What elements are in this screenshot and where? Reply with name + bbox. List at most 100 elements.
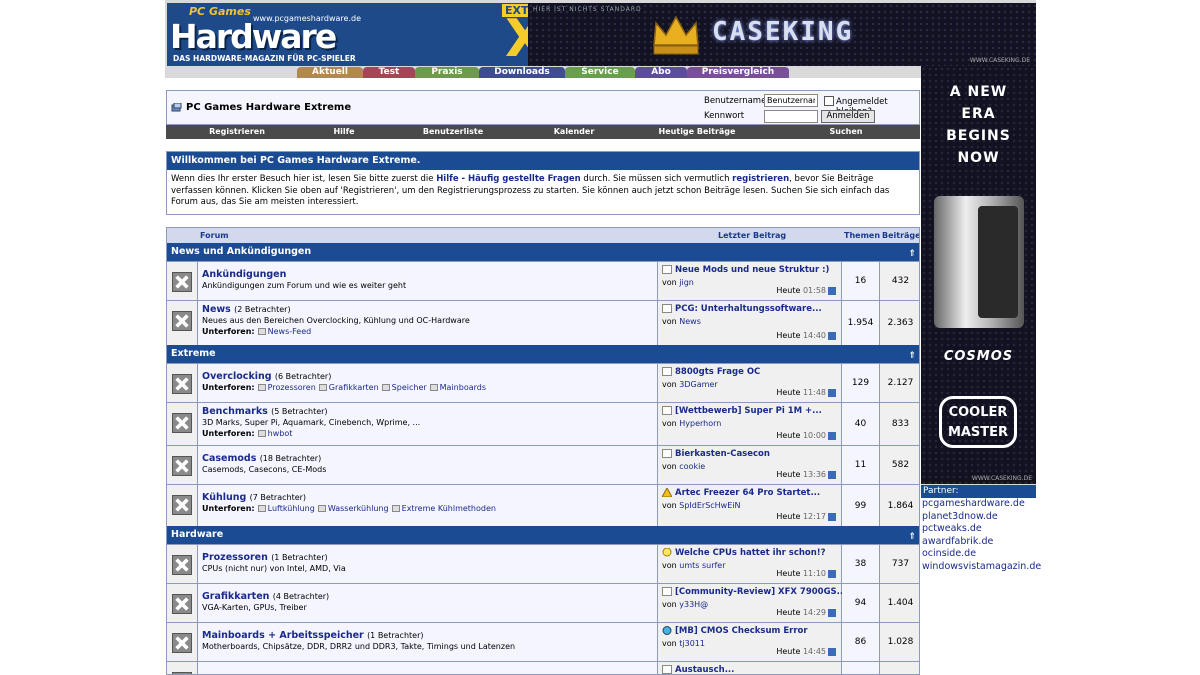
forum-description: Neues aus den Bereichen Overclocking, Kü… [202,316,470,325]
forum-name[interactable]: Prozessoren [202,552,268,563]
go-to-post-icon[interactable] [828,286,836,295]
partner-link[interactable]: awardfabrik.de [921,536,1036,549]
last-post-title[interactable]: [Community-Review] XFX 7900GS... [675,587,846,597]
post-count: 1.404 [880,584,919,622]
caseking-banner-ad[interactable]: HIER IST NICHTS STANDARD CASEKING WWW.CA… [528,3,1036,66]
go-to-post-icon[interactable] [828,608,836,617]
subforum-link[interactable]: Prozessoren [268,383,316,392]
category-extreme[interactable]: Extreme ⇑ [167,345,919,363]
subforum-link[interactable]: Mainboards [440,383,486,392]
forum-status-cell [167,584,198,622]
page-icon [662,406,672,415]
table-header: Forum Letzter Beitrag Themen Beiträge [167,228,919,243]
forum-name[interactable]: News [202,304,231,315]
forum-name[interactable]: Overclocking [202,371,272,382]
forum-status-icon [172,413,192,433]
last-post-title[interactable]: Artec Freezer 64 Pro Startet... [675,488,820,498]
category-news[interactable]: News und Ankündigungen ⇑ [167,243,919,261]
partner-link[interactable]: planet3dnow.de [921,511,1036,524]
faq-link[interactable]: Hilfe - Häufig gestellte Fragen [436,174,581,184]
subforums-label: Unterforen: [202,429,255,438]
remember-checkbox[interactable] [824,96,834,106]
tab-preisvergleich[interactable]: Preisvergleich [687,67,789,78]
partner-link[interactable]: pcgameshardware.de [921,498,1036,511]
subforum-link[interactable]: Extreme Kühlmethoden [402,504,496,513]
subforum-link[interactable]: Luftkühlung [268,504,315,513]
tab-praxis[interactable]: Praxis [415,67,479,78]
last-post-title[interactable]: 8800gts Frage OC [675,367,760,377]
go-to-post-icon[interactable] [828,431,836,440]
forum-title[interactable]: PC Games Hardware Extreme [186,102,351,113]
menu-benutzerliste[interactable]: Benutzerliste [380,125,526,139]
forum-info-cell: Benchmarks (5 Betrachter) 3D Marks, Super… [198,403,658,445]
forum-name[interactable]: Casemods [202,453,256,464]
subforum-link[interactable]: News-Feed [268,327,312,336]
go-to-post-icon[interactable] [828,512,836,521]
forum-home-icon[interactable] [171,103,182,112]
register-link[interactable]: registrieren [732,174,789,184]
last-post-author[interactable]: jign [679,278,694,287]
menu-kalender[interactable]: Kalender [526,125,622,139]
subforum-link[interactable]: Wasserkühlung [328,504,389,513]
last-post-title[interactable]: Bierkasten-Casecon [675,449,770,459]
forum-name[interactable]: Kühlung [202,492,246,503]
forum-name[interactable]: Ankündigungen [202,269,286,280]
last-post-author[interactable]: tj3011 [679,639,705,648]
last-post-author[interactable]: cookie [679,462,705,471]
category-hardware[interactable]: Hardware ⇑ [167,526,919,544]
go-to-post-icon[interactable] [828,569,836,578]
post-count: 432 [880,262,919,300]
subforum-link[interactable]: hwbot [268,429,293,438]
partner-link[interactable]: ocinside.de [921,548,1036,561]
forum-name[interactable]: Grafikkarten [202,591,269,602]
last-post-author[interactable]: y33H@ [679,600,708,609]
site-logo[interactable]: PC Games www.pcgameshardware.de Hardware… [167,3,552,66]
last-post-author[interactable]: News [679,317,701,326]
last-post-author[interactable]: SpIdErScHwEiN [679,501,740,510]
category-title: Extreme [171,348,216,359]
last-post-cell: [MB] CMOS Checksum Error von tj3011 Heute … [658,623,842,661]
go-to-post-icon[interactable] [828,647,836,656]
menu-registrieren[interactable]: Registrieren [166,125,308,139]
last-post-title[interactable]: PCG: Unterhaltungssoftware... [675,304,822,314]
menu-heutige-beitraege[interactable]: Heutige Beiträge [622,125,772,139]
partner-link[interactable]: windowsvistamagazin.de [921,561,1041,574]
last-post-title[interactable]: [MB] CMOS Checksum Error [675,626,808,636]
today-label: Heute [776,431,801,440]
by-label: von [662,639,677,648]
go-to-post-icon[interactable] [828,331,836,340]
subforum-link[interactable]: Grafikkarten [329,383,379,392]
tab-test[interactable]: Test [363,67,415,78]
caseking-skyscraper-ad[interactable]: A NEW ERA BEGINS NOW COSMOS COOLER MASTE… [921,66,1036,484]
last-post-title[interactable]: [Wettbewerb] Super Pi 1M +... [675,406,822,416]
last-post-author[interactable]: Hyperhorn [679,419,721,428]
partner-link[interactable]: pctweaks.de [921,523,1036,536]
last-post-time: 10:00 [802,431,826,440]
today-label: Heute [776,647,801,656]
menu-hilfe[interactable]: Hilfe [308,125,380,139]
go-to-post-icon[interactable] [828,470,836,479]
last-post-cell: Austausch... [658,662,842,674]
ad-headline: A NEW ERA BEGINS NOW [921,81,1036,169]
subforum-link[interactable]: Speicher [392,383,427,392]
tab-downloads[interactable]: Downloads [479,67,565,78]
last-post-title[interactable]: Neue Mods und neue Struktur :) [675,265,829,275]
tab-service[interactable]: Service [565,67,635,78]
last-post-author[interactable]: umts surfer [679,561,725,570]
go-to-post-icon[interactable] [828,388,836,397]
username-input[interactable] [764,94,818,107]
forum-status-cell [167,262,198,300]
subforums: Unterforen: Prozessoren Grafikkarten Speich… [202,383,486,392]
tab-aktuell[interactable]: Aktuell [297,67,363,78]
last-post-title[interactable]: Austausch... [675,665,734,674]
login-button[interactable]: Anmelden [821,110,875,123]
password-input[interactable] [764,110,818,123]
lightbulb-icon [662,548,672,557]
last-post-cell: Artec Freezer 64 Pro Startet... von SpIdE… [658,485,842,526]
forum-name[interactable]: Mainboards + Arbeitsspeicher [202,630,364,641]
last-post-author[interactable]: 3DGamer [679,380,717,389]
tab-abo[interactable]: Abo [635,67,687,78]
forum-name[interactable]: Benchmarks [202,406,268,417]
last-post-title[interactable]: Welche CPUs hattet ihr schon!? [675,548,826,558]
menu-suchen[interactable]: Suchen [772,125,920,139]
